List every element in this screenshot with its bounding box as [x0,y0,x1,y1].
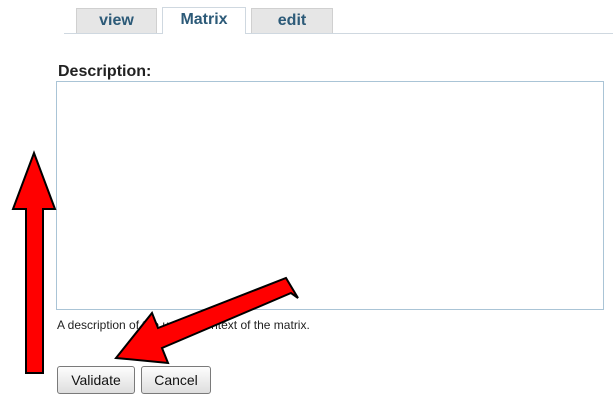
up-arrow-icon [11,150,57,374]
cancel-button[interactable]: Cancel [141,366,211,394]
description-help-text: A description of the usage context of th… [57,318,310,332]
description-textarea[interactable] [56,81,604,310]
tab-bar-divider [64,33,613,34]
validate-button[interactable]: Validate [57,366,135,394]
tab-edit[interactable]: edit [251,8,333,33]
tab-view[interactable]: view [76,8,157,33]
tab-bar: view Matrix edit [0,0,613,34]
tab-matrix[interactable]: Matrix [162,7,246,34]
description-label: Description: [58,63,152,80]
